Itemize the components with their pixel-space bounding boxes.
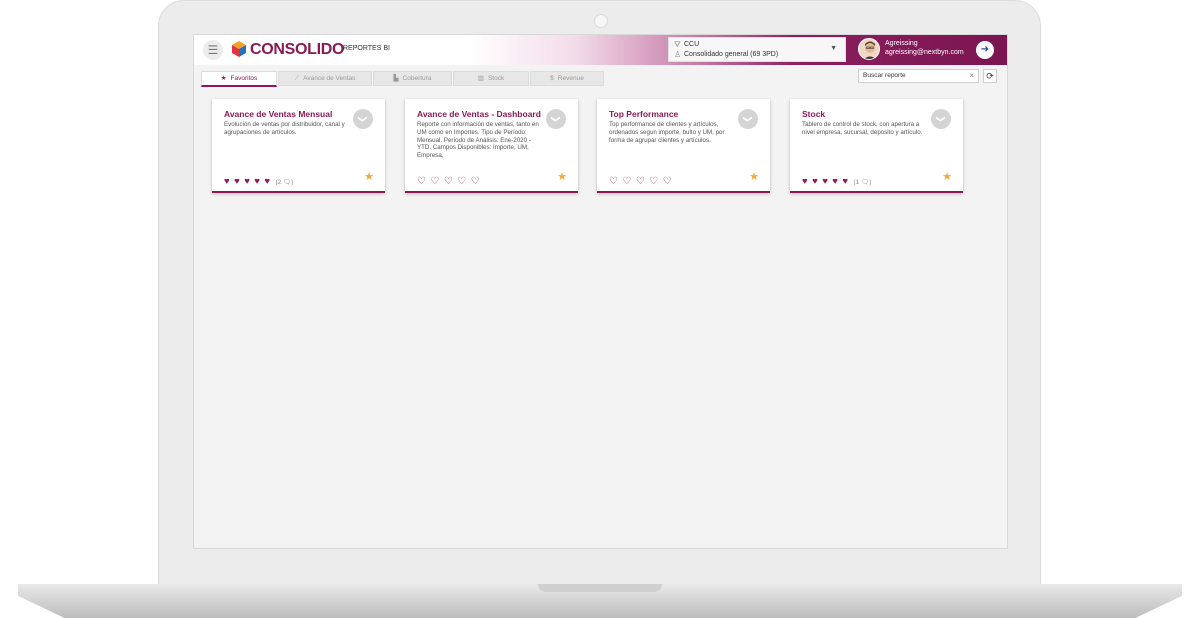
chevron-down-icon[interactable]: ❯: [353, 109, 373, 129]
card-title: Avance de Ventas - Dashboard: [417, 109, 541, 119]
review-count: (1 🗨): [853, 179, 872, 186]
filter-icon: ⛛: [674, 40, 681, 49]
heart-outline-icon[interactable]: ♡: [649, 176, 658, 187]
heart-outline-icon[interactable]: ♡: [636, 176, 645, 187]
heart-icon[interactable]: ♥: [802, 176, 808, 187]
tab-avance-de-ventas[interactable]: ⟋ Avance de Ventas: [278, 71, 372, 86]
close-icon[interactable]: ×: [969, 70, 974, 82]
brand-logo: CONSOLIDO: [250, 41, 345, 58]
tab-revenue[interactable]: $ Revenue: [530, 71, 604, 86]
rating[interactable]: ♥ ♥ ♥ ♥ ♥ (1 🗨): [802, 171, 871, 187]
report-card[interactable]: Avance de Ventas - Dashboard Reporte con…: [405, 99, 578, 193]
rating[interactable]: ♡ ♡ ♡ ♡ ♡: [417, 171, 480, 187]
heart-icon[interactable]: ♥: [842, 176, 848, 187]
heart-outline-icon[interactable]: ♡: [444, 176, 453, 187]
heart-icon[interactable]: ♥: [264, 176, 270, 187]
context-selector[interactable]: ⛛ CCU ♙ Consolidado general (69 3PD) ▼: [668, 37, 846, 62]
avatar[interactable]: [858, 38, 880, 60]
search-input[interactable]: Buscar reporte ×: [858, 69, 979, 83]
logo-cube-icon: [232, 41, 246, 57]
refresh-icon[interactable]: ⟳: [983, 69, 997, 83]
card-title: Stock: [802, 109, 826, 119]
heart-outline-icon[interactable]: ♡: [471, 176, 480, 187]
hamburger-icon[interactable]: ☰: [203, 40, 223, 60]
laptop-notch: [538, 584, 662, 592]
tab-cobertura[interactable]: ▙ Cobertura: [373, 71, 452, 86]
heart-outline-icon[interactable]: ♡: [417, 176, 426, 187]
warehouse-icon: ▥: [477, 75, 484, 82]
heart-icon[interactable]: ♥: [244, 176, 250, 187]
bar-chart-icon: ▙: [393, 75, 399, 82]
card-title: Top Performance: [609, 109, 679, 119]
app-screen: ☰ CONSOLIDO REPORTES BI ⛛ CCU ♙ Consolid…: [193, 34, 1008, 549]
heart-icon[interactable]: ♥: [234, 176, 240, 187]
chevron-down-icon[interactable]: ❯: [546, 109, 566, 129]
favorite-star-icon[interactable]: ★: [557, 170, 567, 183]
chevron-down-icon[interactable]: ❯: [738, 109, 758, 129]
heart-outline-icon[interactable]: ♡: [457, 176, 466, 187]
favorite-star-icon[interactable]: ★: [364, 170, 374, 183]
tab-stock[interactable]: ▥ Stock: [453, 71, 529, 86]
user-name: Agreissing: [885, 40, 918, 47]
favorite-star-icon[interactable]: ★: [942, 170, 952, 183]
favorite-star-icon[interactable]: ★: [749, 170, 759, 183]
report-card[interactable]: Top Performance Top performance de clien…: [597, 99, 770, 193]
app-header: ☰ CONSOLIDO REPORTES BI ⛛ CCU ♙ Consolid…: [194, 35, 1007, 65]
heart-outline-icon[interactable]: ♡: [430, 176, 439, 187]
report-card[interactable]: Stock Tablero de control de stock, con a…: [790, 99, 963, 193]
chevron-down-icon[interactable]: ❯: [931, 109, 951, 129]
card-description: Top performance de clientes y artículos,…: [609, 121, 725, 144]
heart-icon[interactable]: ♥: [254, 176, 260, 187]
card-description: Evolución de ventas por distribuidor, ca…: [224, 121, 345, 136]
line-chart-icon: ⟋: [294, 75, 300, 82]
user-email: agreissing@nextbyn.com: [885, 49, 964, 56]
context-view: Consolidado general (69 3PD): [684, 51, 779, 58]
user-group-icon: ♙: [674, 50, 682, 59]
report-card[interactable]: Avance de Ventas Mensual Evolución de ve…: [212, 99, 385, 193]
logout-icon[interactable]: ➜: [976, 41, 994, 59]
heart-outline-icon[interactable]: ♡: [622, 176, 631, 187]
heart-icon[interactable]: ♥: [224, 176, 230, 187]
heart-icon[interactable]: ♥: [812, 176, 818, 187]
chevron-down-icon: ▼: [830, 45, 837, 52]
card-description: Tablero de control de stock, con apertur…: [802, 121, 923, 136]
heart-icon[interactable]: ♥: [822, 176, 828, 187]
card-description: Reporte con información de ventas, tanto…: [417, 121, 539, 160]
heart-outline-icon[interactable]: ♡: [609, 176, 618, 187]
dollar-icon: $: [550, 75, 554, 82]
heart-outline-icon[interactable]: ♡: [663, 176, 672, 187]
context-company: CCU: [684, 41, 700, 48]
camera: [594, 14, 608, 28]
app-subtitle: REPORTES BI: [343, 45, 390, 52]
review-count: (2 🗨): [275, 179, 294, 186]
card-title: Avance de Ventas Mensual: [224, 109, 333, 119]
rating[interactable]: ♥ ♥ ♥ ♥ ♥ (2 🗨): [224, 171, 293, 187]
heart-icon[interactable]: ♥: [832, 176, 838, 187]
tab-favoritos[interactable]: ★ Favoritos: [201, 71, 277, 87]
star-icon: ★: [220, 75, 227, 82]
rating[interactable]: ♡ ♡ ♡ ♡ ♡: [609, 171, 672, 187]
